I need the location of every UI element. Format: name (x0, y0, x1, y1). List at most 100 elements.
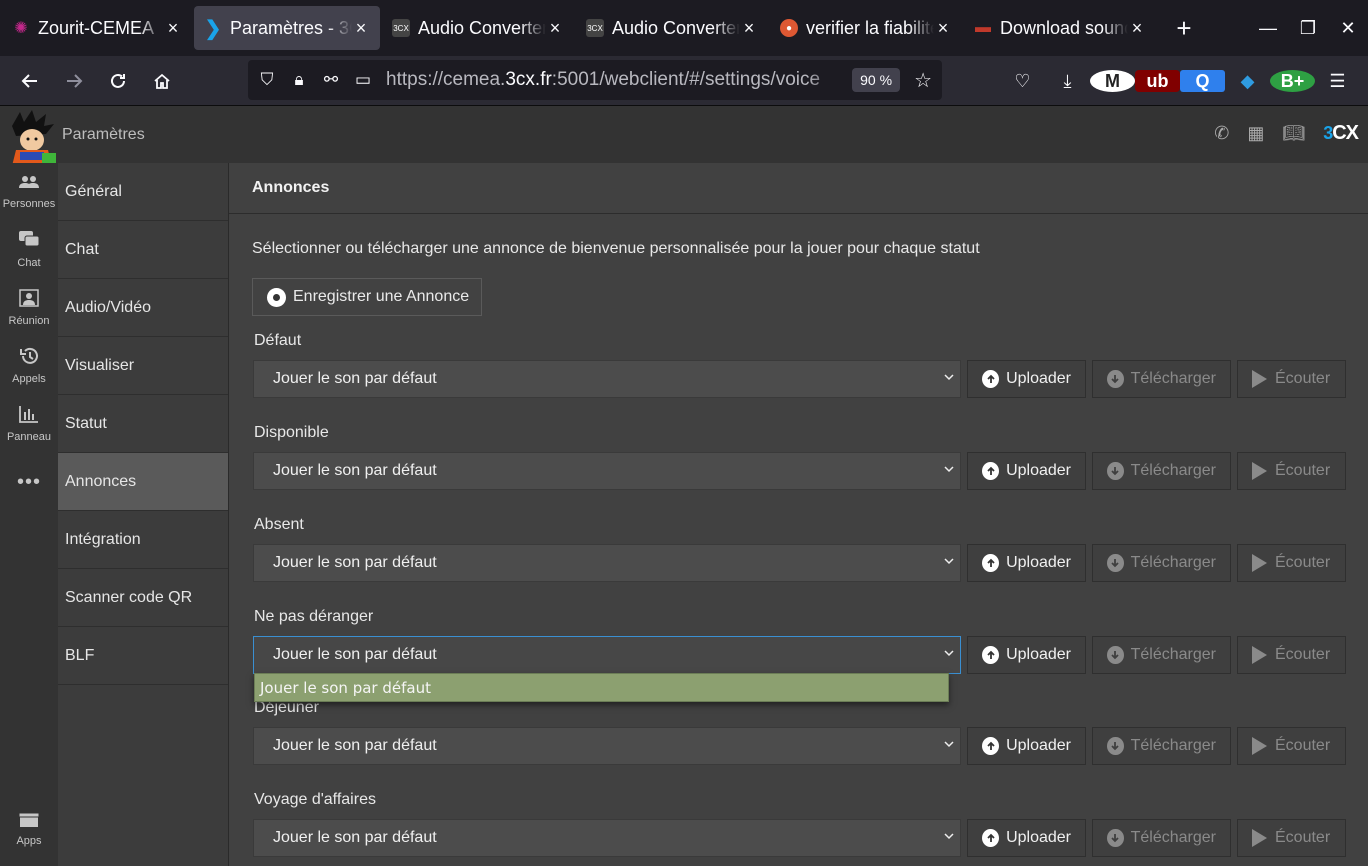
book-icon[interactable]: 📖︎ (1282, 123, 1305, 144)
menu-item-visualiser[interactable]: Visualiser (58, 337, 228, 395)
avatar[interactable] (6, 110, 56, 167)
record-announcement-button[interactable]: Enregistrer une Annonce (252, 278, 482, 316)
phone-icon[interactable]: ✆ (1214, 123, 1229, 144)
download-button[interactable]: Télécharger (1092, 636, 1231, 674)
close-tab-icon[interactable]: × (934, 18, 952, 39)
octopus-icon: ✺ (14, 20, 28, 37)
download-button[interactable]: Télécharger (1092, 360, 1231, 398)
listen-button[interactable]: Écouter (1237, 636, 1346, 674)
sound-select[interactable]: Jouer le son par défaut (253, 544, 961, 582)
rail-item-chat[interactable]: Chat (0, 221, 58, 279)
download-button[interactable]: Télécharger (1092, 452, 1231, 490)
menu-item-statut[interactable]: Statut (58, 395, 228, 453)
dropdown-option[interactable]: Jouer le son par défaut (254, 673, 949, 702)
rail-item-reunion[interactable]: Réunion (0, 279, 58, 337)
menu-icon[interactable]: ☰ (1315, 71, 1360, 92)
shield-icon[interactable]: ⛉ (258, 70, 276, 90)
download-button[interactable]: Télécharger (1092, 544, 1231, 582)
play-icon (1252, 370, 1267, 388)
qr-code-icon[interactable]: ▦ (1247, 123, 1264, 144)
upload-button[interactable]: Uploader (967, 819, 1086, 857)
forward-button[interactable] (52, 63, 96, 99)
close-window-icon[interactable]: ✕ (1328, 18, 1368, 39)
upload-button[interactable]: Uploader (967, 452, 1086, 490)
download-button[interactable]: Télécharger (1092, 727, 1231, 765)
close-tab-icon[interactable]: × (1128, 18, 1146, 39)
play-icon (1252, 829, 1267, 847)
close-tab-icon[interactable]: × (546, 18, 564, 39)
menu-item-integration[interactable]: Intégration (58, 511, 228, 569)
downloads-icon[interactable]: ⤓ (1045, 71, 1090, 92)
menu-item-scanner-qr[interactable]: Scanner code QR (58, 569, 228, 627)
menu-item-general[interactable]: Général (58, 163, 228, 221)
menu-item-chat[interactable]: Chat (58, 221, 228, 279)
extension-q-icon[interactable]: Q (1180, 70, 1225, 92)
restore-icon[interactable]: ❐ (1288, 18, 1328, 39)
browser-tab[interactable]: ● verifier la fiabilité × (770, 6, 962, 50)
url-bar[interactable]: ⛉ 🔒︎ ⚯ ▭ https://cemea.3cx.fr:5001/webcl… (248, 60, 942, 100)
upload-button[interactable]: Uploader (967, 636, 1086, 674)
url-text[interactable]: https://cemea.3cx.fr:5001/webclient/#/se… (386, 69, 844, 91)
extension-diamond-icon[interactable]: ◆ (1225, 71, 1270, 92)
chevron-down-icon (944, 374, 954, 381)
play-icon (1252, 737, 1267, 755)
announcement-row: Jouer le son par défaut Uploader Télécha… (253, 819, 1346, 857)
browser-tab-bar: ✺ Zourit-CEMEA × ❯ Paramètres - 3CX × 3C… (0, 0, 1368, 56)
listen-button[interactable]: Écouter (1237, 544, 1346, 582)
more-button[interactable]: ••• (0, 453, 58, 511)
home-button[interactable] (140, 63, 184, 99)
camera-icon[interactable]: ▭ (354, 70, 372, 90)
close-tab-icon[interactable]: × (164, 18, 182, 39)
toolbar-extensions: ♡ ⤓ M ub Q ◆ B+ ☰ (1000, 56, 1360, 106)
announcement-row: Jouer le son par défaut Uploader Télécha… (253, 727, 1346, 765)
rail-label: Réunion (8, 315, 50, 327)
home-icon (154, 73, 170, 89)
extension-bplus-icon[interactable]: B+ (1270, 70, 1315, 92)
menu-item-audio-video[interactable]: Audio/Vidéo (58, 279, 228, 337)
bookmark-star-icon[interactable]: ☆ (914, 68, 932, 93)
browser-tab[interactable]: 3CX Audio Converter × (576, 6, 768, 50)
listen-button[interactable]: Écouter (1237, 819, 1346, 857)
play-icon (1252, 462, 1267, 480)
menu-item-blf[interactable]: BLF (58, 627, 228, 685)
rail-label: Panneau (6, 431, 52, 443)
upload-button[interactable]: Uploader (967, 544, 1086, 582)
extension-m-icon[interactable]: M (1090, 70, 1135, 92)
close-tab-icon[interactable]: × (740, 18, 758, 39)
browser-tab[interactable]: 3CX Audio Converter × (382, 6, 574, 50)
sound-select-focused[interactable]: Jouer le son par défaut (253, 636, 961, 674)
browser-tab-active[interactable]: ❯ Paramètres - 3CX × (194, 6, 380, 50)
sound-select[interactable]: Jouer le son par défaut (253, 452, 961, 490)
sound-select[interactable]: Jouer le son par défaut (253, 360, 961, 398)
meeting-icon (19, 289, 39, 312)
download-button[interactable]: Télécharger (1092, 819, 1231, 857)
new-tab-button[interactable]: + (1164, 8, 1204, 48)
rail-item-personnes[interactable]: Personnes (0, 163, 58, 221)
lock-icon[interactable]: 🔒︎ (290, 70, 308, 90)
rail-item-apps[interactable]: Apps (0, 800, 58, 858)
upload-button[interactable]: Uploader (967, 727, 1086, 765)
menu-item-annonces[interactable]: Annonces (58, 453, 228, 511)
back-button[interactable] (8, 63, 52, 99)
minimize-icon[interactable]: — (1248, 18, 1288, 39)
browser-tab[interactable]: ✺ Zourit-CEMEA × (2, 6, 192, 50)
rail-item-panneau[interactable]: Panneau (0, 395, 58, 453)
rail-item-appels[interactable]: Appels (0, 337, 58, 395)
reload-button[interactable] (96, 63, 140, 99)
3cx-icon: 3CX (392, 19, 410, 37)
listen-button[interactable]: Écouter (1237, 727, 1346, 765)
listen-button[interactable]: Écouter (1237, 452, 1346, 490)
sound-select[interactable]: Jouer le son par défaut (253, 727, 961, 765)
app-header: Paramètres ✆ ▦ 📖︎ 3CX (0, 106, 1368, 167)
browser-tab[interactable]: ▬ Download sound × (964, 6, 1156, 50)
3cx-icon: 3CX (586, 19, 604, 37)
upload-button[interactable]: Uploader (967, 360, 1086, 398)
listen-button[interactable]: Écouter (1237, 360, 1346, 398)
zoom-level[interactable]: 90 % (852, 68, 901, 92)
permissions-icon[interactable]: ⚯ (322, 70, 340, 90)
pocket-icon[interactable]: ♡ (1000, 71, 1045, 92)
sound-select[interactable]: Jouer le son par défaut (253, 819, 961, 857)
close-tab-icon[interactable]: × (352, 18, 370, 39)
ublock-icon[interactable]: ub (1135, 70, 1180, 92)
upload-icon (982, 370, 1000, 388)
